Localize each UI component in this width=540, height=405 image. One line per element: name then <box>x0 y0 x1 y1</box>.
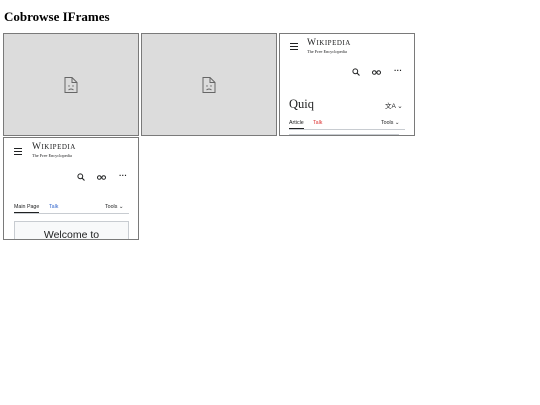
more-icon[interactable]: ··· <box>119 172 127 180</box>
menu-icon[interactable] <box>14 148 22 155</box>
tab-article[interactable]: Article <box>289 120 304 129</box>
menu-icon[interactable] <box>290 43 298 50</box>
broken-page-icon <box>202 76 216 93</box>
tab-main-page[interactable]: Main Page <box>14 204 40 213</box>
watch-icon[interactable] <box>97 174 106 182</box>
wikipedia-logo[interactable]: Wikipedia The Free Encyclopedia <box>32 142 76 158</box>
iframe-2[interactable] <box>141 33 277 136</box>
translate-icon[interactable]: 文A ⌄ <box>385 100 403 110</box>
more-icon[interactable]: ··· <box>394 67 402 75</box>
tools-menu[interactable]: Tools ⌄ <box>105 204 123 210</box>
iframe-3[interactable]: Wikipedia The Free Encyclopedia ··· Quiq… <box>279 33 415 136</box>
tabs-divider <box>289 129 405 130</box>
iframe-1[interactable] <box>3 33 139 136</box>
broken-page-icon <box>64 76 78 93</box>
watch-icon[interactable] <box>372 69 381 77</box>
search-icon[interactable] <box>352 68 360 78</box>
text-line <box>289 134 399 135</box>
search-icon[interactable] <box>77 173 85 183</box>
tools-menu[interactable]: Tools ⌄ <box>381 120 399 126</box>
wikipedia-logo[interactable]: Wikipedia The Free Encyclopedia <box>307 38 351 54</box>
iframe-4[interactable]: Wikipedia The Free Encyclopedia ··· Main… <box>3 137 139 240</box>
welcome-text: Welcome to <box>43 229 100 240</box>
page-title: Cobrowse IFrames <box>4 9 110 24</box>
tab-talk[interactable]: Talk <box>49 204 58 210</box>
tabs-divider <box>14 213 129 214</box>
article-title: Quiq <box>289 97 314 111</box>
welcome-box: Welcome to <box>14 221 129 240</box>
tab-talk[interactable]: Talk <box>313 120 322 126</box>
